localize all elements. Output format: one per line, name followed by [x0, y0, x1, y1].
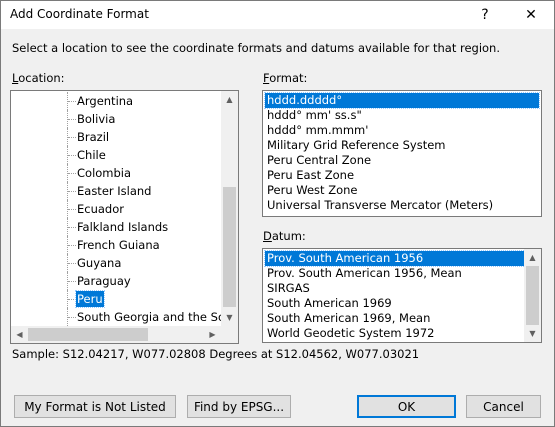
- tree-branch-line: [68, 299, 76, 300]
- location-item-label: Paraguay: [77, 274, 131, 288]
- location-item[interactable]: Guyana: [11, 254, 221, 272]
- tree-branch-line: [68, 263, 76, 264]
- format-label-rest: ormat:: [269, 71, 308, 85]
- tree-branch-line: [68, 173, 76, 174]
- tree-branch-line: [68, 101, 76, 102]
- title-bar: Add Coordinate Format ? ✕: [1, 1, 554, 29]
- location-scroll-thumb[interactable]: [223, 187, 236, 307]
- scrollbar-corner: [221, 326, 238, 343]
- scroll-up-arrow-icon[interactable]: ▲: [221, 91, 238, 108]
- tree-branch-line: [68, 137, 76, 138]
- location-item-label: Colombia: [77, 166, 132, 180]
- location-item-label: French Guiana: [77, 238, 160, 252]
- location-item-label: Argentina: [77, 94, 134, 108]
- format-not-listed-button[interactable]: My Format is Not Listed: [14, 395, 176, 418]
- scroll-down-arrow-icon[interactable]: ▼: [221, 309, 238, 326]
- location-item[interactable]: French Guiana: [11, 236, 221, 254]
- format-list-item[interactable]: hddd° mm' ss.s": [265, 108, 539, 123]
- location-horizontal-scrollbar[interactable]: ◀ ▶: [11, 326, 221, 343]
- datum-label-rest: atum:: [271, 229, 306, 243]
- window-title: Add Coordinate Format: [10, 7, 149, 21]
- datum-label: Datum:: [263, 229, 306, 243]
- datum-list-item[interactable]: South American 1969: [265, 296, 525, 311]
- location-item-label: South Georgia and the Sout: [77, 310, 237, 324]
- scroll-down-arrow-icon[interactable]: ▼: [524, 325, 541, 342]
- datum-vertical-scrollbar[interactable]: ▲ ▼: [524, 249, 541, 342]
- tree-branch-line: [68, 209, 76, 210]
- location-item[interactable]: Brazil: [11, 128, 221, 146]
- format-list-item[interactable]: hddd° mm.mmm': [265, 123, 539, 138]
- location-item-label: Peru: [75, 290, 105, 308]
- location-item[interactable]: Easter Island: [11, 182, 221, 200]
- tree-branch-line: [68, 155, 76, 156]
- scroll-left-arrow-icon[interactable]: ◀: [11, 326, 28, 343]
- location-item[interactable]: Bolivia: [11, 110, 221, 128]
- format-list-item[interactable]: Military Grid Reference System: [265, 138, 539, 153]
- location-item[interactable]: Ecuador: [11, 200, 221, 218]
- ok-button[interactable]: OK: [357, 395, 456, 418]
- location-item[interactable]: Argentina: [11, 92, 221, 110]
- format-list-item[interactable]: hddd.ddddd°: [264, 92, 540, 109]
- format-list-item[interactable]: Universal Transverse Mercator (Meters): [265, 198, 539, 213]
- instruction-text: Select a location to see the coordinate …: [12, 41, 501, 55]
- scroll-right-arrow-icon[interactable]: ▶: [204, 326, 221, 343]
- format-list[interactable]: hddd.ddddd° hddd° mm' ss.s" hddd° mm.mmm' M…: [262, 90, 542, 217]
- location-vertical-scrollbar[interactable]: ▲ ▼: [221, 91, 238, 326]
- location-item[interactable]: South Georgia and the Sout: [11, 308, 237, 326]
- location-item[interactable]: Colombia: [11, 164, 221, 182]
- format-list-item[interactable]: Peru East Zone: [265, 168, 539, 183]
- location-item[interactable]: Chile: [11, 146, 221, 164]
- help-icon[interactable]: ?: [462, 1, 508, 29]
- location-item[interactable]: Paraguay: [11, 272, 221, 290]
- location-item-label: Bolivia: [77, 112, 116, 126]
- datum-label-accel: D: [263, 229, 272, 243]
- location-item-label: Falkland Islands: [77, 220, 169, 234]
- tree-branch-line: [68, 317, 76, 318]
- tree-branch-line: [68, 119, 76, 120]
- datum-list[interactable]: Prov. South American 1956 Prov. South Ame…: [262, 248, 542, 343]
- sample-text: Sample: S12.04217, W077.02808 Degrees at…: [12, 347, 420, 361]
- location-label-rest: ocation:: [18, 71, 65, 85]
- datum-list-item[interactable]: South American 1969, Mean: [265, 311, 525, 326]
- datum-list-item[interactable]: Prov. South American 1956, Mean: [265, 266, 525, 281]
- format-label: Format:: [263, 71, 307, 85]
- datum-list-item[interactable]: Prov. South American 1956: [264, 250, 526, 267]
- tree-branch-line: [68, 191, 76, 192]
- location-hscroll-thumb[interactable]: [28, 328, 148, 341]
- location-tree[interactable]: Argentina Bolivia Brazil Chile Colombia Easte…: [10, 90, 239, 344]
- location-item-label: Easter Island: [77, 184, 152, 198]
- datum-scroll-thumb[interactable]: [526, 266, 539, 325]
- location-item-label: Guyana: [77, 256, 122, 270]
- location-item-label: Brazil: [77, 130, 110, 144]
- location-item[interactable]: Peru: [11, 290, 221, 308]
- format-list-item[interactable]: Peru West Zone: [265, 183, 539, 198]
- find-by-epsg-button[interactable]: Find by EPSG...: [187, 395, 291, 418]
- location-label: Location:: [12, 71, 65, 85]
- tree-branch-line: [68, 227, 76, 228]
- datum-list-item[interactable]: World Geodetic System 1972: [265, 326, 525, 341]
- location-item-label: Ecuador: [77, 202, 124, 216]
- cancel-button[interactable]: Cancel: [466, 395, 541, 418]
- tree-branch-line: [68, 281, 76, 282]
- location-item-label: Chile: [77, 148, 106, 162]
- tree-branch-line: [68, 245, 76, 246]
- scroll-up-arrow-icon[interactable]: ▲: [524, 249, 541, 266]
- location-item[interactable]: Falkland Islands: [11, 218, 221, 236]
- add-coordinate-format-dialog: Add Coordinate Format ? ✕ Select a locat…: [0, 0, 555, 427]
- format-list-item[interactable]: Peru Central Zone: [265, 153, 539, 168]
- datum-list-item[interactable]: SIRGAS: [265, 281, 525, 296]
- close-icon[interactable]: ✕: [508, 1, 554, 29]
